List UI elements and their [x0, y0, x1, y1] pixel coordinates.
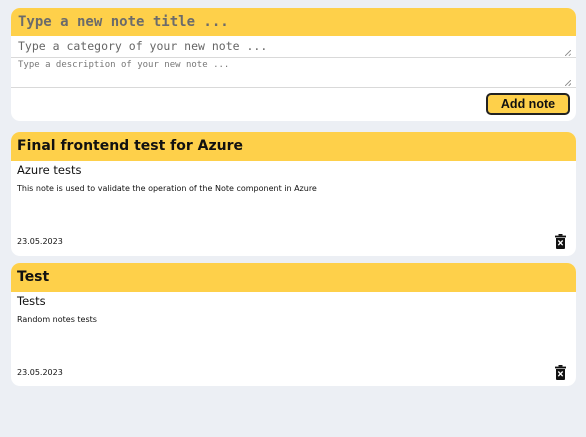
note-description: Random notes tests — [17, 315, 97, 324]
add-note-button[interactable]: Add note — [486, 93, 570, 115]
note-title: Test — [11, 263, 576, 292]
note-description: This note is used to validate the operat… — [17, 184, 317, 193]
new-note-form: Add note — [11, 8, 576, 121]
resize-handle-icon[interactable] — [565, 80, 571, 86]
note-date: 23.05.2023 — [17, 237, 63, 246]
trash-icon[interactable] — [555, 365, 566, 380]
trash-icon[interactable] — [555, 234, 566, 249]
note-title-input[interactable] — [11, 8, 576, 36]
note-description-input[interactable] — [11, 58, 576, 88]
note-card: Final frontend test for Azure Azure test… — [11, 132, 576, 256]
note-category: Tests — [17, 294, 46, 308]
note-date: 23.05.2023 — [17, 368, 63, 377]
resize-handle-icon[interactable] — [565, 50, 571, 56]
note-title: Final frontend test for Azure — [11, 132, 576, 161]
note-category-input[interactable] — [11, 36, 576, 58]
note-card: Test Tests Random notes tests 23.05.2023 — [11, 263, 576, 386]
note-category: Azure tests — [17, 163, 82, 177]
